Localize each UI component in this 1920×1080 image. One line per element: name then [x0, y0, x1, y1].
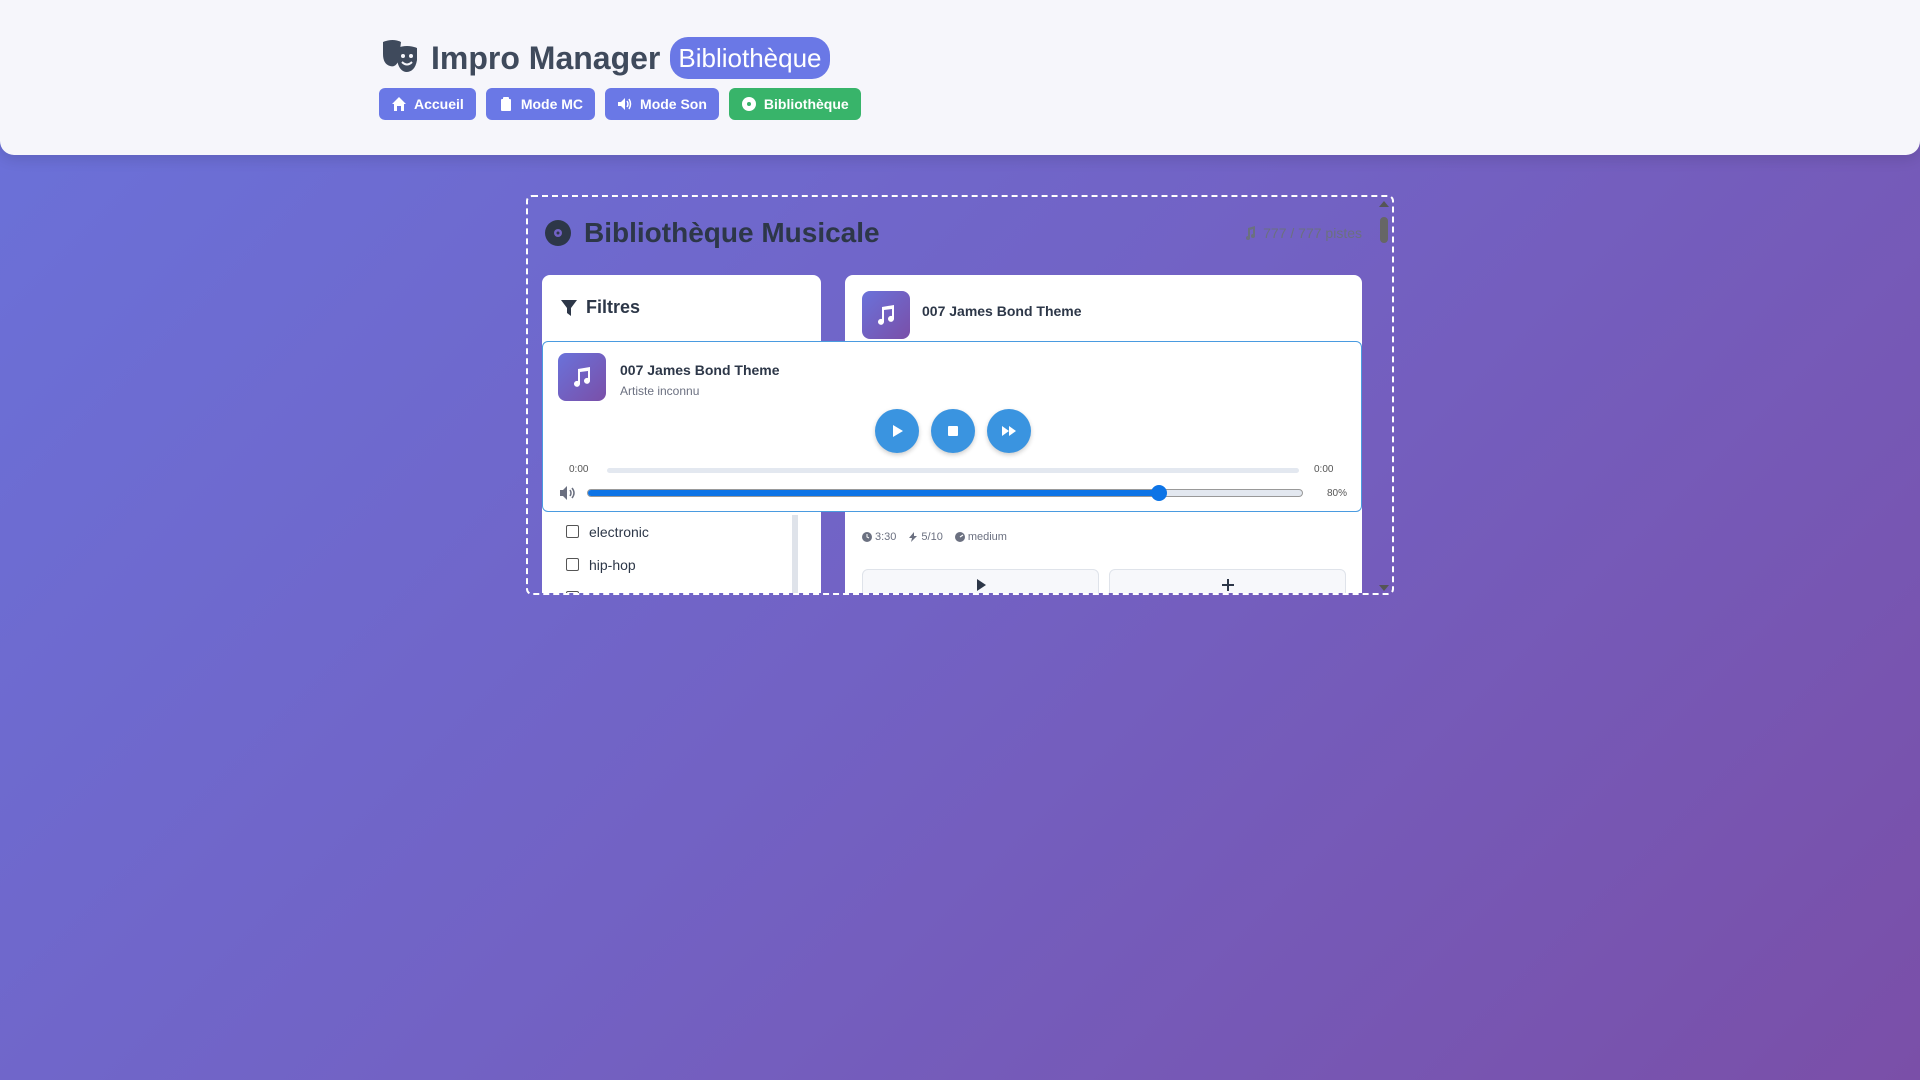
track-count-label: 777 / 777 pistes	[1263, 225, 1362, 241]
music-note-icon	[878, 305, 894, 325]
player-controls	[875, 409, 1031, 453]
track-meta: 3:30 5/10 medium	[862, 531, 1007, 543]
play-icon	[976, 579, 986, 591]
play-icon	[893, 425, 903, 437]
checkbox[interactable]	[566, 525, 579, 538]
nav-accueil-button[interactable]: Accueil	[379, 88, 476, 120]
page-badge: Bibliothèque	[670, 37, 830, 79]
energy-meta: 5/10	[908, 531, 943, 543]
stop-icon	[948, 426, 958, 436]
nav-mode-mc-button[interactable]: Mode MC	[485, 88, 596, 120]
current-time: 0:00	[569, 464, 589, 475]
filter-option-hip-hop[interactable]: hip-hop	[566, 548, 649, 581]
nav-bibliotheque-button[interactable]: Bibliothèque	[728, 88, 861, 120]
volume-icon[interactable]	[559, 485, 577, 501]
filters-title: Filtres	[586, 297, 641, 317]
library-title: Bibliothèque Musicale	[584, 217, 880, 248]
duration-value: 3:30	[875, 531, 897, 543]
home-icon	[392, 97, 406, 111]
checkbox[interactable]	[566, 591, 579, 593]
app-title: Impro Manager	[431, 39, 661, 76]
nav-mode-son-button[interactable]: Mode Son	[605, 88, 719, 120]
energy-value: 5/10	[921, 531, 943, 543]
player-track-title: 007 James Bond Theme	[620, 362, 780, 378]
track-thumbnail	[862, 291, 910, 339]
nav-accueil-label: Accueil	[414, 96, 464, 112]
duration-meta: 3:30	[862, 531, 896, 543]
disc-icon	[741, 97, 756, 111]
progress-bar[interactable]	[607, 468, 1299, 473]
nav-bibliotheque-label: Bibliothèque	[763, 96, 849, 112]
speaker-icon	[618, 98, 632, 110]
main-nav: Accueil Mode MC Mode Son Bibliothèque	[379, 88, 861, 120]
tempo-value: medium	[967, 531, 1007, 543]
volume-thumb[interactable]	[1151, 485, 1168, 501]
add-track-button[interactable]	[1109, 569, 1346, 593]
fast-forward-button[interactable]	[987, 409, 1031, 453]
filter-option-electronic[interactable]: electronic	[566, 515, 649, 548]
nav-mode-son-label: Mode Son	[640, 96, 707, 112]
play-button[interactable]	[875, 409, 919, 453]
volume-percent: 80%	[1326, 488, 1347, 499]
stop-button[interactable]	[931, 409, 975, 453]
clock-icon	[862, 532, 872, 542]
music-note-icon	[1246, 226, 1256, 240]
gauge-icon	[954, 532, 965, 542]
volume-fill	[588, 490, 1160, 496]
tempo-meta: medium	[954, 531, 1007, 543]
player-thumbnail	[558, 353, 606, 401]
fast-forward-icon	[1002, 426, 1016, 436]
track-card-title: 007 James Bond Theme	[922, 303, 1082, 319]
theater-masks-icon	[379, 36, 423, 80]
audio-player: 007 James Bond Theme Artiste inconnu 0:0…	[542, 341, 1362, 512]
volume-slider[interactable]	[587, 485, 1303, 501]
music-note-icon	[574, 367, 590, 387]
filters-heading: Filtres	[560, 297, 640, 318]
brand: Impro Manager Bibliothèque	[379, 36, 830, 80]
filter-option-partial[interactable]	[566, 581, 649, 593]
track-count: 777 / 777 pistes	[1243, 225, 1362, 241]
scroll-down-arrow-icon[interactable]	[1379, 585, 1389, 591]
library-heading: Bibliothèque Musicale	[544, 217, 880, 249]
app-header: Impro Manager Bibliothèque Accueil Mode …	[0, 0, 1920, 155]
checkbox[interactable]	[566, 558, 579, 571]
nav-mode-mc-label: Mode MC	[520, 96, 584, 112]
vinyl-icon	[545, 220, 571, 246]
scroll-thumb[interactable]	[1380, 217, 1388, 243]
total-time: 0:00	[1314, 464, 1334, 475]
clipboard-icon	[500, 97, 511, 111]
library-scrollbar[interactable]	[1378, 199, 1390, 593]
plus-icon	[1221, 579, 1234, 591]
scroll-up-arrow-icon[interactable]	[1379, 201, 1389, 207]
genre-filter-list: electronic hip-hop	[566, 515, 649, 593]
filter-list-scrollbar[interactable]	[792, 515, 798, 593]
filter-option-label: hip-hop	[589, 556, 636, 573]
bolt-icon	[909, 532, 918, 542]
play-track-button[interactable]	[862, 569, 1099, 593]
filter-icon	[561, 299, 577, 316]
player-artist: Artiste inconnu	[620, 384, 700, 398]
filter-option-label: electronic	[589, 523, 649, 540]
